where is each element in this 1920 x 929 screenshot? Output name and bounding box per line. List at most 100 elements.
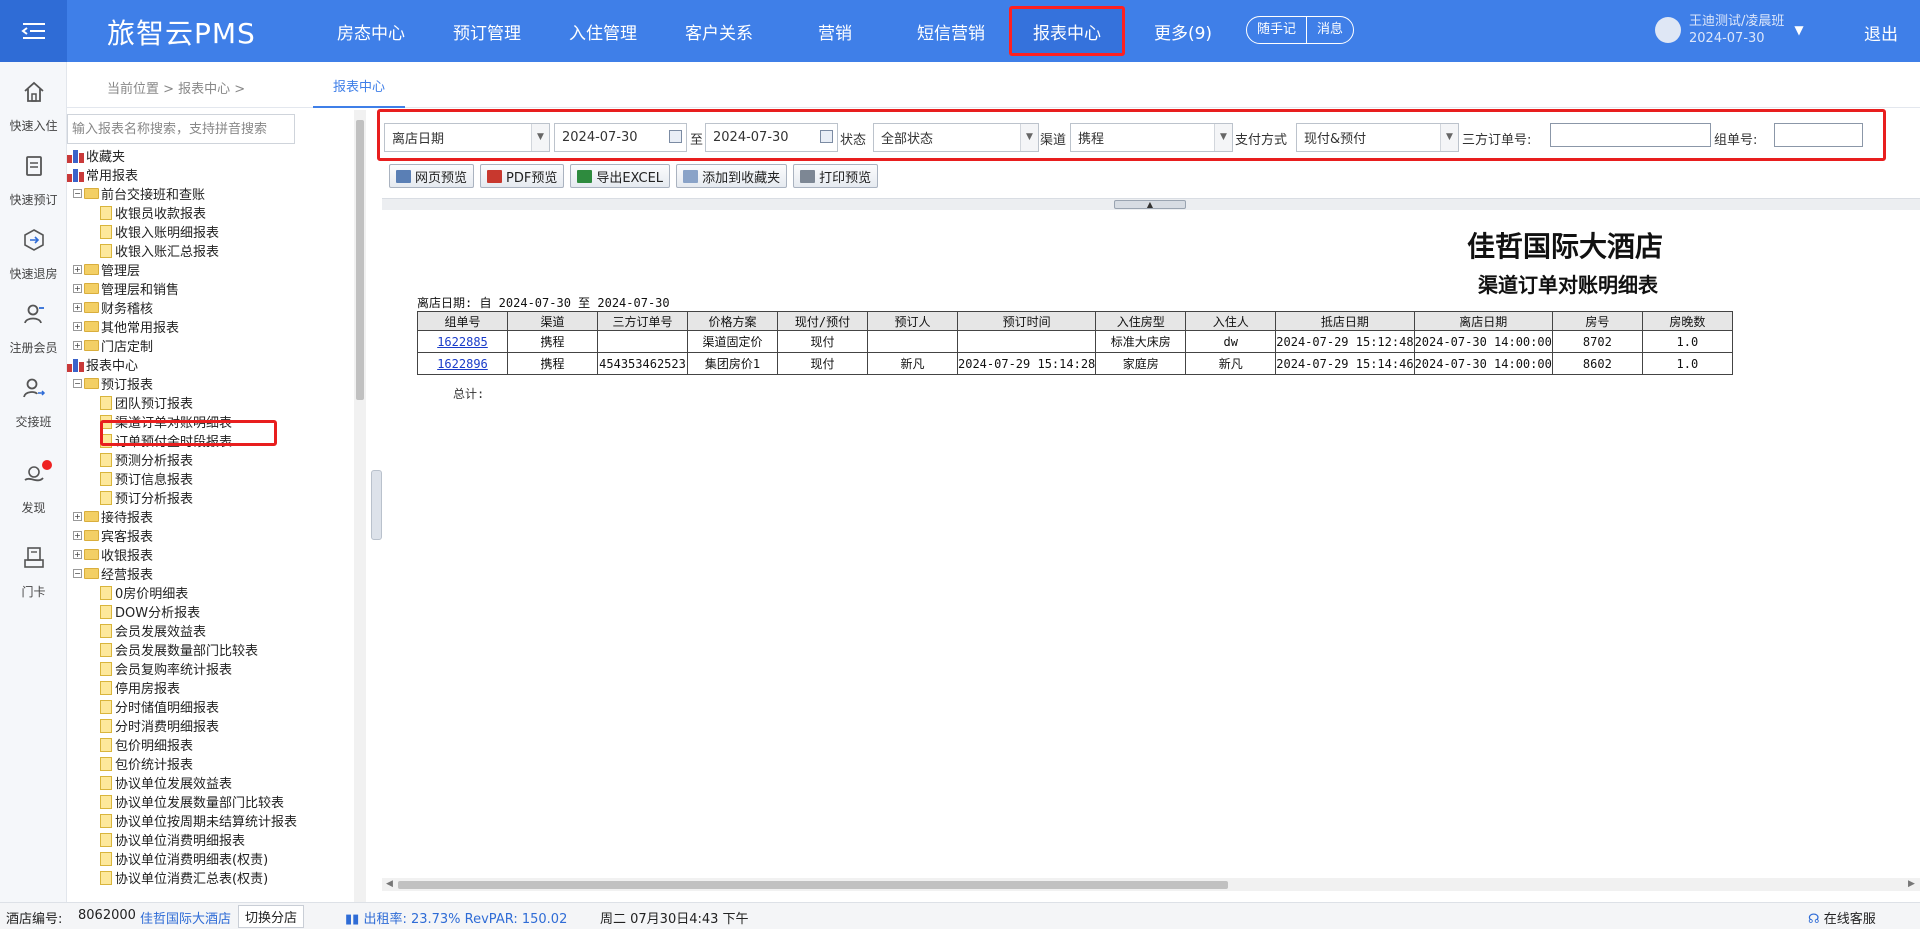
tree-item[interactable]: 会员发展效益表 — [100, 621, 206, 640]
tree-item[interactable]: 协议单位按周期未结算统计报表 — [100, 811, 297, 830]
tree-item[interactable]: + 宾客报表 — [73, 526, 153, 545]
tree-item[interactable]: 会员发展数量部门比较表 — [100, 640, 258, 659]
report-scroll-thumb[interactable] — [398, 881, 1228, 889]
switch-branch-button[interactable]: 切换分店 — [238, 905, 305, 928]
rail-discover[interactable]: 发现 — [0, 460, 67, 516]
tree-item[interactable]: − 预订报表 — [73, 374, 153, 393]
tree-item[interactable]: 停用房报表 — [100, 678, 180, 697]
collapse-grip-icon[interactable]: ▲ — [1114, 200, 1186, 209]
chevron-down-icon[interactable]: ▼ — [1794, 23, 1803, 37]
nav-reservation[interactable]: 预订管理 — [429, 0, 545, 62]
expand-icon[interactable]: + — [73, 512, 82, 521]
expand-icon[interactable]: + — [73, 550, 82, 559]
tree-item[interactable]: 收藏夹 — [67, 146, 125, 165]
menu-toggle-icon[interactable] — [0, 0, 67, 62]
scroll-right-icon[interactable]: ▶ — [1908, 878, 1915, 891]
user-menu[interactable]: 王迪测试/凌晨班 2024-07-30 ▼ — [1655, 13, 1804, 47]
group-order-link[interactable]: 1622885 — [437, 335, 488, 349]
collapse-icon[interactable]: − — [73, 189, 82, 198]
tree-item[interactable]: + 财务稽核 — [73, 298, 153, 317]
dropdown-arrow-icon[interactable]: ▼ — [1440, 124, 1458, 151]
memo-button[interactable]: 随手记 — [1247, 17, 1306, 43]
tree-item[interactable]: 会员复购率统计报表 — [100, 659, 232, 678]
scroll-left-icon[interactable]: ◀ — [386, 878, 393, 891]
tree-item[interactable]: 协议单位消费明细报表 — [100, 830, 245, 849]
rail-shift-handover[interactable]: 交接班 — [0, 376, 67, 430]
nav-marketing[interactable]: 营销 — [777, 0, 893, 62]
export-excel-button[interactable]: 导出EXCEL — [570, 164, 671, 188]
nav-checkin[interactable]: 入住管理 — [545, 0, 661, 62]
tree-item[interactable]: − 前台交接班和查账 — [73, 184, 205, 203]
pay-method-select[interactable]: 现付&预付 ▼ — [1296, 123, 1459, 152]
tree-item[interactable]: 收银员收款报表 — [100, 203, 206, 222]
nav-reports[interactable]: 报表中心 — [1009, 6, 1125, 56]
expand-icon[interactable]: + — [73, 284, 82, 293]
tree-item[interactable]: + 收银报表 — [73, 545, 153, 564]
expand-icon[interactable]: + — [73, 531, 82, 540]
rail-quick-checkin[interactable]: 快速入住 — [0, 80, 67, 134]
group-order-input[interactable] — [1774, 123, 1863, 147]
collapse-icon[interactable]: − — [73, 569, 82, 578]
dropdown-arrow-icon[interactable]: ▼ — [1214, 124, 1232, 151]
tree-item[interactable]: + 其他常用报表 — [73, 317, 179, 336]
third-party-order-input[interactable] — [1550, 123, 1711, 147]
tree-scrollbar[interactable] — [354, 110, 366, 902]
channel-select[interactable]: 携程 ▼ — [1070, 123, 1233, 152]
tree-item[interactable]: 预测分析报表 — [100, 450, 193, 469]
pdf-preview-button[interactable]: PDF预览 — [480, 164, 565, 188]
collapse-icon[interactable]: − — [73, 379, 82, 388]
tree-item[interactable]: 包价明细报表 — [100, 735, 193, 754]
report-search-input[interactable] — [67, 114, 295, 144]
tree-item[interactable]: + 管理层和销售 — [73, 279, 179, 298]
calendar-icon[interactable] — [820, 130, 833, 143]
tree-item[interactable]: DOW分析报表 — [100, 602, 200, 621]
message-button[interactable]: 消息 — [1306, 17, 1353, 43]
expand-icon[interactable]: + — [73, 341, 82, 350]
panel-splitter[interactable] — [371, 470, 382, 540]
logout-button[interactable]: 退出 — [1864, 20, 1898, 45]
expand-icon[interactable]: + — [73, 265, 82, 274]
tab-report-center[interactable]: 报表中心 — [313, 76, 406, 108]
tree-item[interactable]: + 管理层 — [73, 260, 140, 279]
tree-item[interactable]: 协议单位消费明细表(权责) — [100, 849, 268, 868]
print-preview-button[interactable]: 打印预览 — [793, 164, 879, 188]
date-type-select[interactable]: 离店日期 ▼ — [384, 123, 550, 152]
tree-item[interactable]: 包价统计报表 — [100, 754, 193, 773]
expand-icon[interactable]: + — [73, 322, 82, 331]
dropdown-arrow-icon[interactable]: ▼ — [1020, 124, 1038, 151]
expand-icon[interactable]: + — [73, 303, 82, 312]
nav-sms[interactable]: 短信营销 — [893, 0, 1009, 62]
tree-item[interactable]: 分时消费明细报表 — [100, 716, 219, 735]
rail-quick-checkout[interactable]: 快速退房 — [0, 228, 67, 282]
tree-item[interactable]: 0房价明细表 — [100, 583, 188, 602]
add-favorite-button[interactable]: 添加到收藏夹 — [676, 164, 788, 188]
rail-room-card[interactable]: 门卡 — [0, 546, 67, 600]
tree-item[interactable]: 收银入账明细报表 — [100, 222, 219, 241]
calendar-icon[interactable] — [669, 130, 682, 143]
tree-item[interactable]: 报表中心 — [67, 355, 138, 374]
date-from-field[interactable]: 2024-07-30 — [554, 123, 687, 152]
tree-item[interactable]: 收银入账汇总报表 — [100, 241, 219, 260]
nav-more[interactable]: 更多(9) — [1125, 0, 1241, 62]
web-preview-button[interactable]: 网页预览 — [389, 164, 475, 188]
status-select[interactable]: 全部状态 ▼ — [873, 123, 1039, 152]
nav-room-status[interactable]: 房态中心 — [313, 0, 429, 62]
tree-item[interactable]: + 接待报表 — [73, 507, 153, 526]
tree-item[interactable]: 团队预订报表 — [100, 393, 193, 412]
tree-item[interactable]: 协议单位发展数量部门比较表 — [100, 792, 284, 811]
online-service-button[interactable]: ☊ 在线客服 — [1808, 908, 1876, 927]
rail-quick-booking[interactable]: 快速预订 — [0, 154, 67, 208]
tree-item[interactable]: − 经营报表 — [73, 564, 153, 583]
tree-item[interactable]: 常用报表 — [67, 165, 138, 184]
dropdown-arrow-icon[interactable]: ▼ — [531, 124, 549, 151]
report-h-scrollbar[interactable]: ◀ ▶ — [382, 878, 1920, 891]
tree-item[interactable]: + 门店定制 — [73, 336, 153, 355]
tree-item[interactable]: 预订分析报表 — [100, 488, 193, 507]
tree-item[interactable]: 协议单位发展效益表 — [100, 773, 232, 792]
tree-item[interactable]: 分时储值明细报表 — [100, 697, 219, 716]
group-order-link[interactable]: 1622896 — [437, 357, 488, 371]
tree-item[interactable]: 协议单位消费汇总表(权责) — [100, 868, 268, 887]
nav-crm[interactable]: 客户关系 — [661, 0, 777, 62]
rail-register-member[interactable]: 注册会员 — [0, 302, 67, 356]
tree-item[interactable]: 预订信息报表 — [100, 469, 193, 488]
